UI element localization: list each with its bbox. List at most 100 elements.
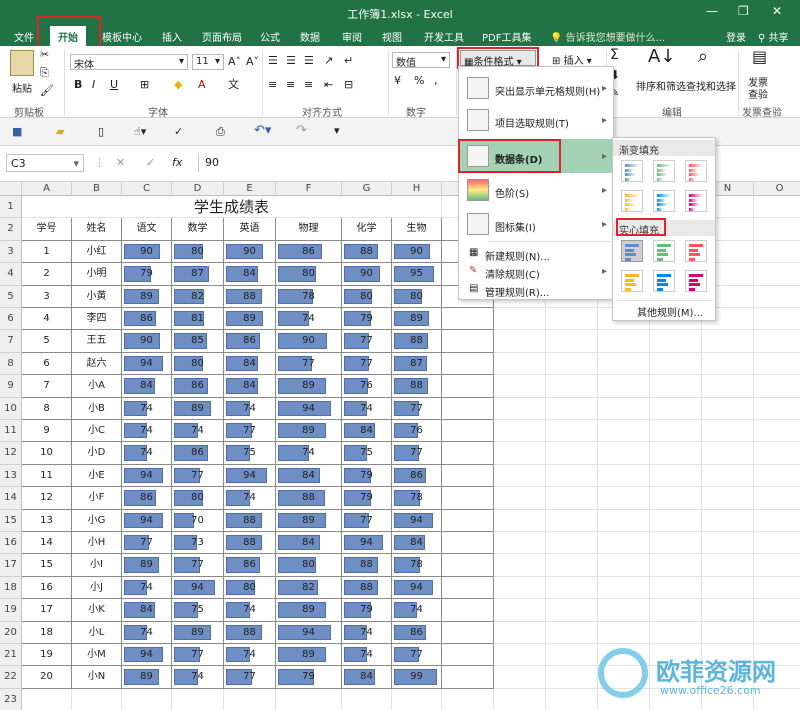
empty-cell[interactable] [702, 420, 754, 443]
empty-cell[interactable] [598, 599, 650, 622]
empty-cell[interactable] [650, 599, 702, 622]
row-header[interactable]: 7 [0, 330, 22, 353]
font-name-select[interactable]: 宋体 ▾ [70, 54, 188, 71]
score-cell[interactable]: 86 [172, 375, 224, 398]
empty-cell[interactable] [494, 532, 546, 555]
score-cell[interactable]: 88 [342, 554, 392, 577]
score-cell[interactable]: 86 [224, 330, 276, 353]
score-cell[interactable]: 90 [122, 330, 172, 353]
score-cell[interactable]: 80 [224, 576, 276, 600]
score-cell[interactable]: 76 [392, 420, 442, 443]
score-cell[interactable]: 89 [392, 308, 442, 331]
customize-qat-icon[interactable]: ▾ [334, 124, 340, 138]
font-color-icon[interactable]: A [198, 78, 206, 92]
name-cell[interactable]: 小H [72, 532, 122, 555]
column-header-h[interactable]: H [392, 182, 442, 196]
score-cell[interactable]: 86 [122, 308, 172, 331]
score-cell[interactable]: 84 [392, 532, 442, 555]
score-cell[interactable]: 90 [122, 240, 172, 264]
undo-icon[interactable]: ↶▾ [254, 124, 271, 138]
score-cell[interactable]: 89 [276, 509, 342, 532]
empty-cell[interactable] [650, 375, 702, 398]
score-cell[interactable]: 88 [342, 576, 392, 600]
gradient-data-bar-swatch[interactable] [685, 160, 707, 182]
score-cell[interactable]: 86 [392, 464, 442, 488]
score-cell[interactable]: 87 [172, 263, 224, 286]
solid-data-bar-swatch[interactable] [653, 270, 675, 292]
name-cell[interactable]: 小黄 [72, 285, 122, 308]
empty-cell[interactable] [546, 375, 598, 398]
score-cell[interactable]: 74 [224, 644, 276, 667]
score-cell[interactable]: 94 [276, 397, 342, 420]
wrap-text-icon[interactable]: ↵ [344, 54, 353, 68]
empty-cell[interactable] [546, 644, 598, 667]
tab-home[interactable]: 开始 [50, 26, 86, 47]
empty-cell[interactable] [494, 599, 546, 622]
name-cell[interactable]: 赵六 [72, 352, 122, 376]
name-cell[interactable]: 王五 [72, 330, 122, 353]
score-cell[interactable]: 74 [342, 621, 392, 644]
score-cell[interactable]: 84 [224, 352, 276, 376]
score-cell[interactable]: 89 [122, 554, 172, 577]
save-icon[interactable]: ■ [12, 125, 22, 139]
id-cell[interactable]: 11 [22, 464, 72, 488]
column-header-a[interactable]: A [22, 182, 72, 196]
solid-data-bar-swatch[interactable] [621, 240, 643, 262]
name-cell[interactable]: 小K [72, 599, 122, 622]
cut-icon[interactable]: ✂ [40, 48, 49, 62]
increase-font-icon[interactable]: A˄ [228, 55, 241, 69]
row-header[interactable]: 3 [0, 240, 22, 264]
score-cell[interactable]: 80 [392, 285, 442, 308]
empty-cell[interactable] [598, 576, 650, 600]
score-cell[interactable]: 84 [276, 532, 342, 555]
id-cell[interactable]: 16 [22, 576, 72, 600]
empty-cell[interactable] [546, 420, 598, 443]
row-header[interactable]: 20 [0, 621, 22, 644]
score-cell[interactable]: 82 [172, 285, 224, 308]
empty-cell[interactable] [546, 599, 598, 622]
id-cell[interactable]: 7 [22, 375, 72, 398]
empty-cell[interactable] [754, 308, 800, 331]
solid-data-bar-swatch[interactable] [685, 240, 707, 262]
magnifier-icon[interactable]: ⌕ [698, 48, 708, 66]
insert-function-icon[interactable]: fx [172, 156, 182, 170]
score-cell[interactable]: 70 [172, 509, 224, 532]
tab-data[interactable]: 数据 [300, 29, 320, 44]
name-cell[interactable]: 小I [72, 554, 122, 577]
empty-cell[interactable] [546, 487, 598, 510]
score-cell[interactable]: 89 [172, 397, 224, 420]
score-cell[interactable]: 89 [122, 666, 172, 689]
empty-cell[interactable] [702, 330, 754, 353]
empty-cell[interactable] [598, 352, 650, 376]
tab-review[interactable]: 审阅 [342, 29, 362, 44]
score-cell[interactable]: 85 [172, 330, 224, 353]
empty-cell[interactable] [494, 464, 546, 488]
score-cell[interactable]: 84 [342, 420, 392, 443]
total-cell[interactable] [442, 599, 494, 622]
score-cell[interactable]: 80 [342, 285, 392, 308]
borders-icon[interactable]: ⊞ [140, 78, 149, 92]
empty-cell[interactable] [598, 487, 650, 510]
total-cell[interactable] [442, 420, 494, 443]
empty-cell[interactable] [702, 464, 754, 488]
currency-icon[interactable]: ¥ [394, 74, 401, 88]
total-cell[interactable] [442, 308, 494, 331]
id-cell[interactable]: 18 [22, 621, 72, 644]
name-cell[interactable]: 小L [72, 621, 122, 644]
empty-cell[interactable] [494, 644, 546, 667]
header-cell[interactable]: 物理 [276, 218, 342, 241]
score-cell[interactable]: 74 [224, 487, 276, 510]
empty-cell[interactable] [702, 509, 754, 532]
empty-cell[interactable] [546, 509, 598, 532]
empty-cell[interactable] [598, 464, 650, 488]
score-cell[interactable]: 74 [122, 420, 172, 443]
name-cell[interactable]: 小红 [72, 240, 122, 264]
empty-cell[interactable] [754, 353, 800, 376]
empty-cell[interactable] [442, 688, 494, 710]
empty-cell[interactable] [546, 688, 598, 710]
empty-cell[interactable] [546, 352, 598, 376]
score-cell[interactable]: 90 [342, 263, 392, 286]
number-format-select[interactable]: 数值 ▾ [392, 52, 450, 69]
score-cell[interactable]: 84 [224, 263, 276, 286]
menu-new-rule[interactable]: ▦ 新建规则(N)... [459, 245, 613, 263]
